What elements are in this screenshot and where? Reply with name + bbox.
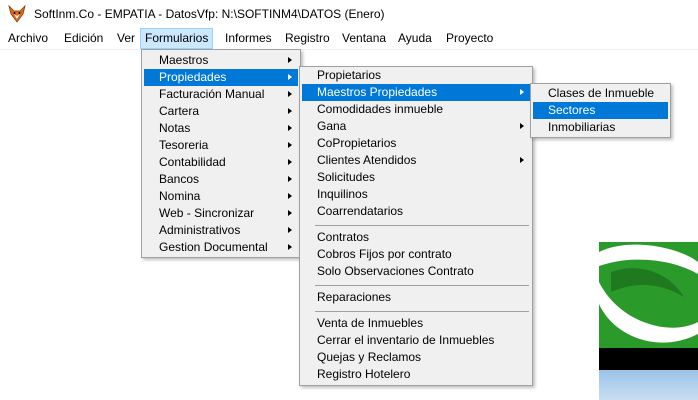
- menu-item-cerrar-inventario[interactable]: Cerrar el inventario de Inmuebles: [302, 332, 530, 349]
- chevron-right-icon: [288, 210, 292, 216]
- menu-item-label: Inquilinos: [317, 187, 368, 201]
- chevron-right-icon: [520, 157, 524, 163]
- menu-item-propietarios[interactable]: Propietarios: [302, 67, 530, 84]
- menu-item-inquilinos[interactable]: Inquilinos: [302, 186, 530, 203]
- menu-item-solicitudes[interactable]: Solicitudes: [302, 169, 530, 186]
- chevron-right-icon: [288, 142, 292, 148]
- menu-item-administrativos[interactable]: Administrativos: [144, 222, 298, 239]
- menu-ayuda[interactable]: Ayuda: [394, 29, 436, 48]
- menu-item-label: Notas: [159, 121, 191, 135]
- window-title: SoftInm.Co - EMPATIA - DatosVfp: N:\SOFT…: [34, 7, 385, 21]
- menu-item-nomina[interactable]: Nomina: [144, 188, 298, 205]
- menu-item-inmobiliarias[interactable]: Inmobiliarias: [533, 119, 668, 136]
- menu-item-copropietarios[interactable]: CoPropietarios: [302, 135, 530, 152]
- menu-item-label: Quejas y Reclamos: [317, 350, 422, 364]
- menu-item-label: Sectores: [548, 103, 596, 117]
- chevron-right-icon: [520, 89, 524, 95]
- formularios-dropdown: Maestros Propiedades Facturación Manual …: [141, 49, 301, 258]
- menu-bar: Archivo Edición Ver Formularios Informes…: [0, 28, 698, 50]
- menu-item-solo-observaciones[interactable]: Solo Observaciones Contrato: [302, 263, 530, 280]
- menu-item-propiedades[interactable]: Propiedades: [144, 69, 298, 86]
- chevron-right-icon: [288, 176, 292, 182]
- menu-item-clases-inmueble[interactable]: Clases de Inmueble: [533, 85, 668, 102]
- menu-item-facturacion-manual[interactable]: Facturación Manual: [144, 86, 298, 103]
- menu-edicion[interactable]: Edición: [60, 29, 107, 48]
- menu-item-label: Comodidades inmueble: [317, 102, 444, 116]
- menu-item-maestros[interactable]: Maestros: [144, 52, 298, 69]
- menu-item-maestros-propiedades[interactable]: Maestros Propiedades: [302, 84, 530, 101]
- menu-item-label: Facturación Manual: [159, 87, 265, 101]
- background-logo-image: [599, 242, 698, 400]
- menu-item-registro-hotelero[interactable]: Registro Hotelero: [302, 366, 530, 383]
- chevron-right-icon: [288, 125, 292, 131]
- menu-ver[interactable]: Ver: [113, 29, 139, 48]
- menu-item-label: Cerrar el inventario de Inmuebles: [317, 333, 495, 347]
- menu-item-label: Solo Observaciones Contrato: [317, 264, 474, 278]
- menu-item-web-sincronizar[interactable]: Web - Sincronizar: [144, 205, 298, 222]
- menu-item-label: Administrativos: [159, 223, 241, 237]
- maestros-propiedades-submenu: Clases de Inmueble Sectores Inmobiliaria…: [530, 83, 671, 138]
- menu-item-label: Maestros: [159, 53, 209, 67]
- menu-item-label: Propiedades: [159, 70, 227, 84]
- menu-item-label: Gestion Documental: [159, 240, 268, 254]
- menu-item-tesoreria[interactable]: Tesoreria: [144, 137, 298, 154]
- chevron-right-icon: [288, 57, 292, 63]
- menu-separator: [315, 311, 529, 312]
- menu-item-label: Clientes Atendidos: [317, 153, 417, 167]
- chevron-right-icon: [288, 193, 292, 199]
- menu-item-sectores[interactable]: Sectores: [533, 102, 668, 119]
- menu-item-label: Contabilidad: [159, 155, 226, 169]
- menu-item-coarrendatarios[interactable]: Coarrendatarios: [302, 203, 530, 220]
- menu-separator: [315, 285, 529, 286]
- menu-item-label: Tesoreria: [159, 138, 209, 152]
- menu-item-label: Maestros Propiedades: [317, 85, 438, 99]
- menu-formularios[interactable]: Formularios: [140, 28, 214, 49]
- menu-item-bancos[interactable]: Bancos: [144, 171, 298, 188]
- chevron-right-icon: [288, 159, 292, 165]
- chevron-right-icon: [288, 227, 292, 233]
- chevron-right-icon: [288, 91, 292, 97]
- menu-item-cartera[interactable]: Cartera: [144, 103, 298, 120]
- chevron-right-icon: [520, 123, 524, 129]
- menu-item-label: Cartera: [159, 104, 200, 118]
- menu-item-contabilidad[interactable]: Contabilidad: [144, 154, 298, 171]
- menu-ventana[interactable]: Ventana: [338, 29, 390, 48]
- menu-item-label: Contratos: [317, 230, 370, 244]
- menu-item-label: Propietarios: [317, 68, 382, 82]
- menu-item-venta-inmuebles[interactable]: Venta de Inmuebles: [302, 315, 530, 332]
- menu-item-label: Venta de Inmuebles: [317, 316, 424, 330]
- menu-item-label: CoPropietarios: [317, 136, 397, 150]
- menu-item-label: Registro Hotelero: [317, 367, 411, 381]
- chevron-right-icon: [288, 244, 292, 250]
- menu-item-gana[interactable]: Gana: [302, 118, 530, 135]
- menu-item-label: Bancos: [159, 172, 200, 186]
- menu-item-cobros-fijos[interactable]: Cobros Fijos por contrato: [302, 246, 530, 263]
- menu-item-quejas-reclamos[interactable]: Quejas y Reclamos: [302, 349, 530, 366]
- menu-item-label: Solicitudes: [317, 170, 376, 184]
- menu-item-label: Gana: [317, 119, 347, 133]
- menu-item-label: Coarrendatarios: [317, 204, 404, 218]
- menu-item-gestion-documental[interactable]: Gestion Documental: [144, 239, 298, 256]
- propiedades-submenu: Propietarios Maestros Propiedades Comodi…: [299, 66, 533, 386]
- menu-item-clientes-atendidos[interactable]: Clientes Atendidos: [302, 152, 530, 169]
- menu-item-label: Reparaciones: [317, 290, 392, 304]
- menu-item-contratos[interactable]: Contratos: [302, 229, 530, 246]
- menu-archivo[interactable]: Archivo: [4, 29, 52, 48]
- menu-item-reparaciones[interactable]: Reparaciones: [302, 289, 530, 306]
- menu-item-comodidades-inmueble[interactable]: Comodidades inmueble: [302, 101, 530, 118]
- menu-item-label: Inmobiliarias: [548, 120, 616, 134]
- fox-app-icon: [8, 4, 26, 23]
- menu-item-notas[interactable]: Notas: [144, 120, 298, 137]
- menu-item-label: Web - Sincronizar: [159, 206, 255, 220]
- menu-proyecto[interactable]: Proyecto: [442, 29, 497, 48]
- title-bar: SoftInm.Co - EMPATIA - DatosVfp: N:\SOFT…: [0, 0, 698, 28]
- menu-informes[interactable]: Informes: [221, 29, 276, 48]
- menu-item-label: Cobros Fijos por contrato: [317, 247, 452, 261]
- menu-registro[interactable]: Registro: [281, 29, 334, 48]
- menu-item-label: Nomina: [159, 189, 201, 203]
- chevron-right-icon: [288, 108, 292, 114]
- menu-item-label: Clases de Inmueble: [548, 86, 655, 100]
- chevron-right-icon: [288, 74, 292, 80]
- menu-separator: [315, 225, 529, 226]
